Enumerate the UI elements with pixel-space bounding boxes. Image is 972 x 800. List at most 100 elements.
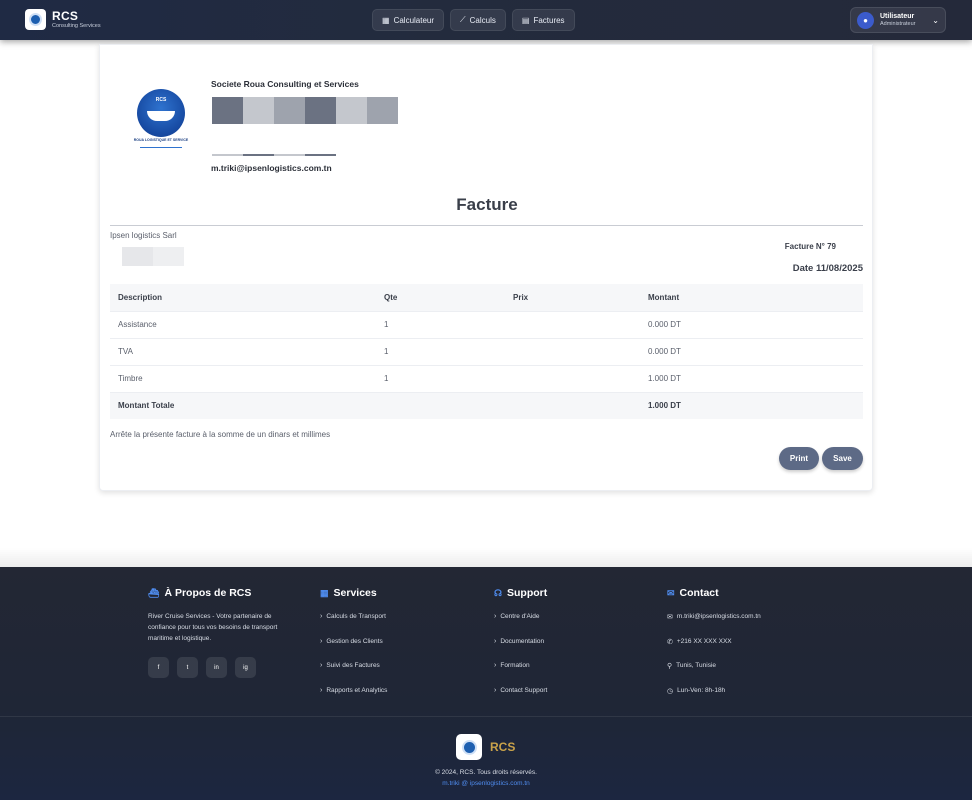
redacted-company-details (212, 97, 398, 124)
logo-text: RCS (155, 97, 167, 103)
brand-title: RCS (52, 8, 79, 23)
cell-prix (505, 364, 640, 392)
footer-divider (0, 716, 972, 717)
chevron-right-icon: › (494, 662, 497, 669)
footer-services-title: Services (333, 587, 377, 599)
file-invoice-icon: ▤ (521, 15, 530, 25)
invoice-title: Facture (456, 195, 518, 214)
user-name: Utilisateur (880, 12, 915, 20)
footer-brand: RCS (490, 740, 516, 754)
cell-qte: 1 (376, 364, 505, 392)
twitter-icon[interactable]: t (177, 657, 198, 678)
chevron-right-icon: › (494, 637, 497, 645)
redaction-block (367, 97, 398, 124)
chevron-down-icon: ⌄ (932, 15, 939, 25)
footer-about: ⛴ À Propos de RCS River Cruise Services -… (148, 587, 296, 678)
footer-contact: ✉ Contact ✉ m.triki@ipsenlogistics.com.tn … (667, 587, 761, 711)
cell-montant: 0.000 DT (640, 310, 863, 338)
logo-caption: ROUA LOGISTIQUE ET SERVICE (133, 138, 189, 142)
total-row: Montant Totale 1.000 DT (110, 391, 863, 419)
redaction-block (305, 97, 336, 124)
nav-label: Calculateur (393, 15, 435, 25)
copyright: © 2024, RCS. Tous droits réservés. (435, 769, 537, 776)
divider (110, 225, 863, 226)
column-header-description: Description (110, 284, 376, 311)
social-links: f t in ig (148, 657, 296, 678)
redacted-client-details (122, 247, 184, 266)
chevron-right-icon: › (320, 613, 323, 620)
envelope-icon: ✉ (667, 614, 673, 621)
chevron-right-icon: › (320, 662, 323, 669)
table-row: TVA 1 0.000 DT (110, 337, 863, 365)
redaction-block (336, 97, 367, 124)
headset-icon: ☊ (494, 587, 502, 598)
contact-email: ✉ m.triki@ipsenlogistics.com.tn (667, 613, 761, 621)
column-header-montant: Montant (640, 284, 863, 311)
footer-link[interactable]: › Gestion des Clients (320, 638, 387, 663)
column-header-qte: Qte (376, 284, 505, 311)
redaction-block (212, 97, 243, 124)
cell-montant: 0.000 DT (640, 337, 863, 365)
table-row: Timbre 1 1.000 DT (110, 364, 863, 392)
facebook-icon[interactable]: f (148, 657, 169, 678)
services-icon: ▦ (320, 587, 329, 598)
company-logo: RCS (137, 89, 185, 137)
brand-logo-icon (25, 9, 46, 30)
footer-about-text: River Cruise Services - Votre partenaire… (148, 613, 278, 642)
chart-line-icon: ⟋ (460, 15, 466, 24)
footer-link[interactable]: › Centre d'Aide (494, 613, 547, 638)
footer-link[interactable]: › Documentation (494, 638, 547, 663)
user-menu-button[interactable]: ● Utilisateur Administrateur ⌄ (850, 7, 946, 33)
client-name: Ipsen logistics Sarl (110, 231, 177, 240)
footer-link[interactable]: › Rapports et Analytics (320, 687, 387, 712)
brand[interactable]: RCS Consulting Services (25, 9, 101, 30)
company-email: m.triki@ipsenlogistics.com.tn (211, 163, 332, 173)
envelope-icon: ✉ (667, 587, 675, 598)
amount-in-words: Arrête la présente facture à la somme de… (110, 430, 331, 439)
contact-address: ⚲ Tunis, Tunisie (667, 662, 717, 670)
footer-shadow (0, 548, 972, 568)
nav-calculateur[interactable]: ▦ Calculateur (372, 9, 445, 31)
cell-qte: 1 (376, 337, 505, 365)
nav-label: Calculs (469, 15, 496, 25)
cell-prix (505, 310, 640, 338)
print-button[interactable]: Print (779, 447, 819, 470)
contact-hours: ◷ Lun-Ven: 8h-18h (667, 686, 726, 695)
phone-icon: ✆ (667, 638, 673, 646)
redaction-block (274, 97, 305, 124)
save-button[interactable]: Save (822, 447, 863, 470)
table-row: Assistance 1 0.000 DT (110, 310, 863, 338)
footer-link[interactable]: › Calculs de Transport (320, 613, 387, 638)
footer-link[interactable]: › Suivi des Factures (320, 662, 387, 687)
footer-email-link[interactable]: m.triki @ ipsenlogistics.com.tn (0, 780, 972, 787)
ship-icon (147, 111, 175, 121)
footer-support: ☊ Support › Centre d'Aide › Documentation ›… (494, 587, 547, 711)
site-footer: ⛴ À Propos de RCS River Cruise Services -… (0, 567, 972, 800)
chevron-right-icon: › (320, 686, 323, 694)
footer-link[interactable]: › Formation (494, 662, 547, 687)
chevron-right-icon: › (494, 613, 497, 620)
cell-description: Assistance (110, 310, 376, 338)
instagram-icon[interactable]: ig (235, 657, 256, 678)
footer-support-title: Support (507, 587, 548, 599)
footer-link[interactable]: › Contact Support (494, 687, 547, 712)
redaction-block (243, 97, 274, 124)
calculator-icon: ▦ (382, 15, 390, 25)
invoice-number: Facture N° 79 (784, 242, 836, 251)
user-role: Administrateur (880, 20, 916, 27)
chevron-right-icon: › (494, 686, 497, 694)
invoice-items-table: Description Qte Prix Montant Assistance … (110, 284, 863, 419)
map-pin-icon: ⚲ (667, 663, 673, 670)
linkedin-icon[interactable]: in (206, 657, 227, 678)
footer-contact-title: Contact (679, 587, 719, 599)
footer-logo-icon (456, 734, 482, 760)
cell-description: TVA (110, 337, 376, 365)
cell-qte: 1 (376, 310, 505, 338)
logo-underline (140, 147, 182, 148)
top-navbar: RCS Consulting Services ▦ Calculateur ⟋ … (0, 0, 972, 40)
invoice-date: Date 11/08/2025 (792, 263, 863, 274)
nav-factures[interactable]: ▤ Factures (511, 9, 575, 31)
user-avatar-icon: ● (857, 11, 874, 29)
nav-label: Factures (533, 15, 565, 25)
nav-calculs[interactable]: ⟋ Calculs (450, 9, 506, 31)
